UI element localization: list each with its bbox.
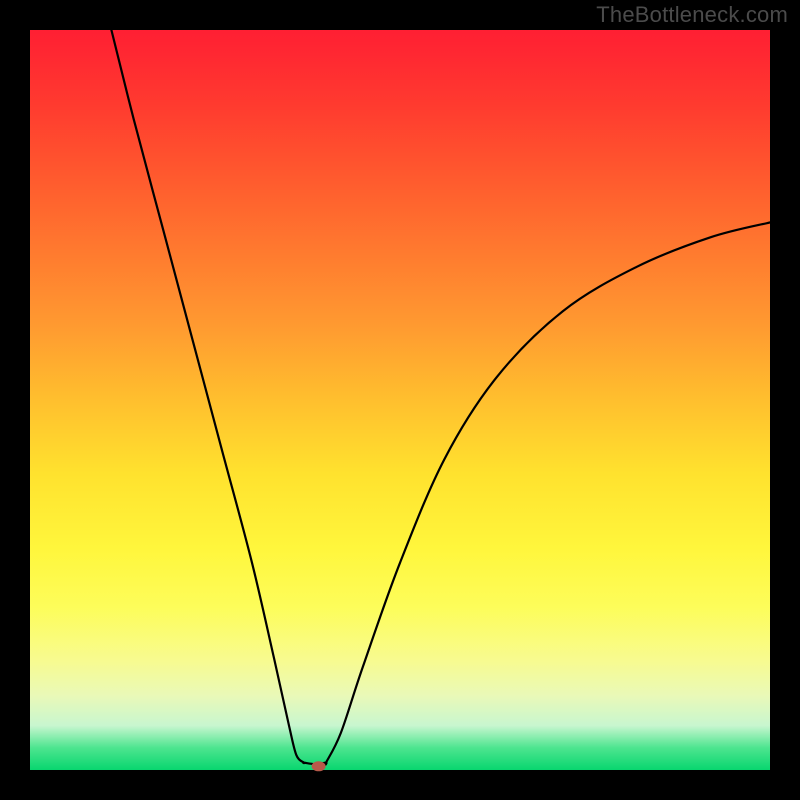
- optimum-marker: [312, 761, 326, 771]
- chart-frame: TheBottleneck.com: [0, 0, 800, 800]
- plot-area: [30, 30, 770, 770]
- watermark-text: TheBottleneck.com: [596, 2, 788, 28]
- curve-path: [111, 30, 770, 765]
- bottleneck-curve: [30, 30, 770, 770]
